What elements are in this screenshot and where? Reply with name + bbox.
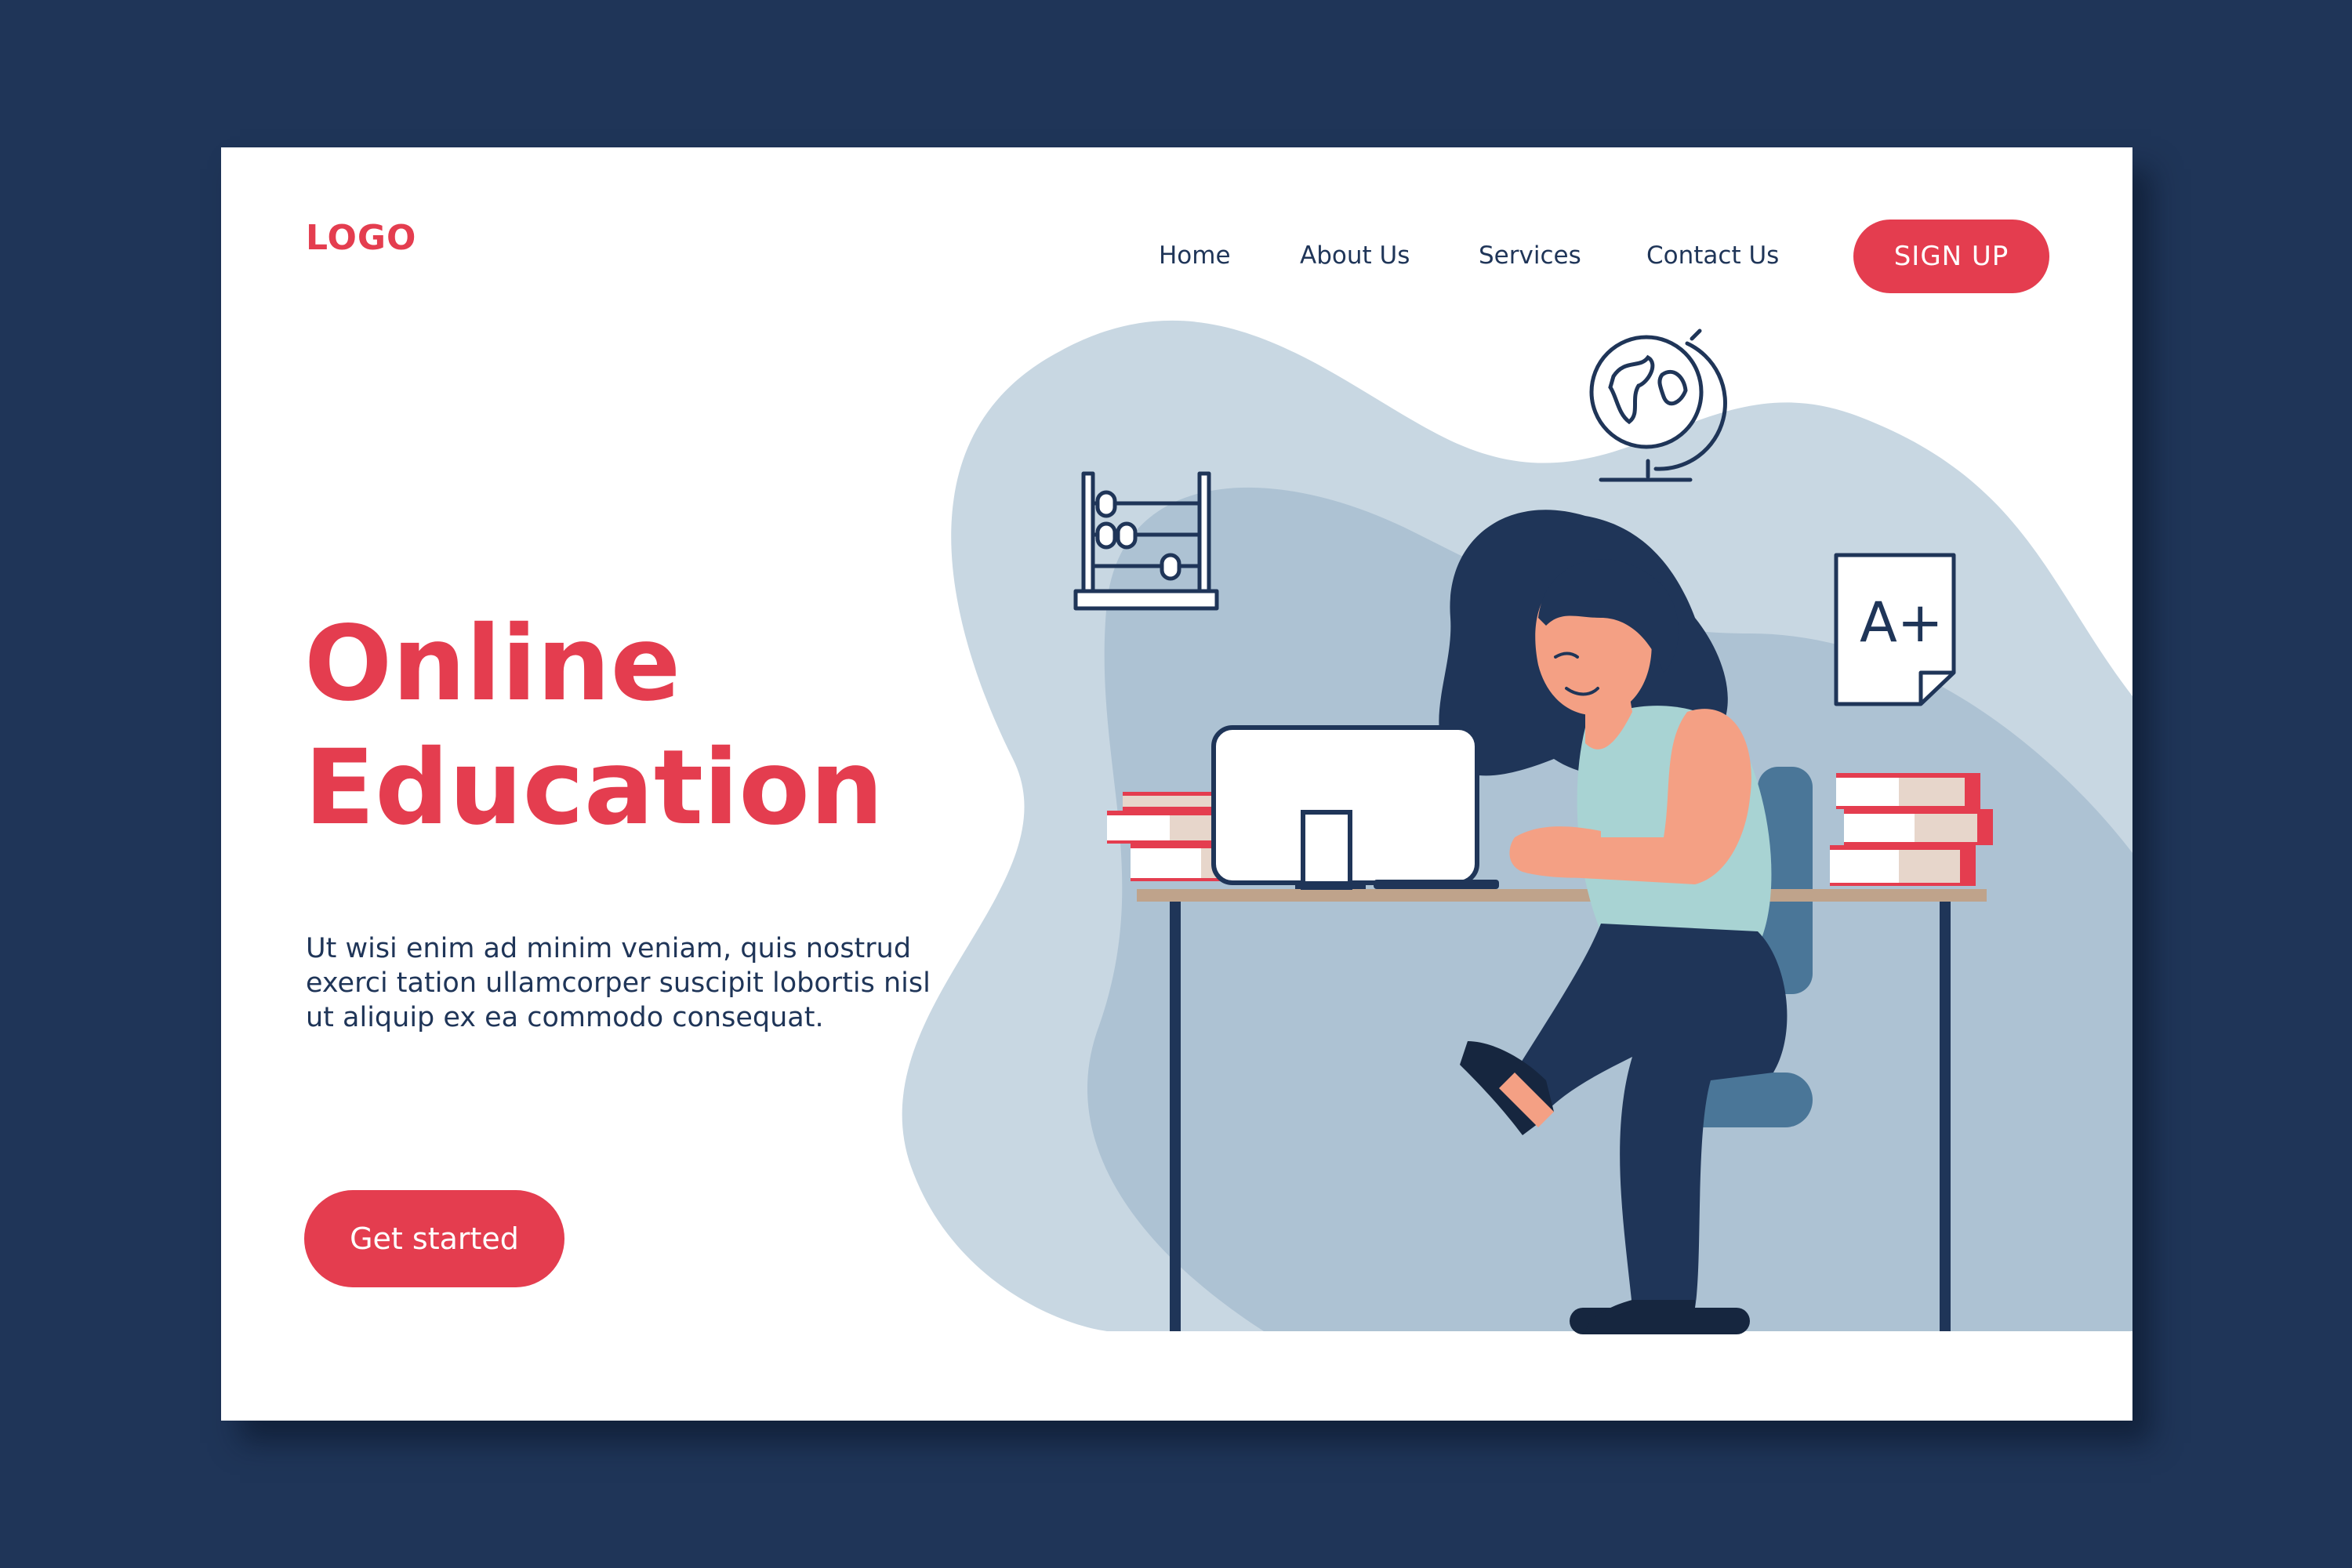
landing-page-card: A+ LOGO Home About Us Services Contact U… bbox=[221, 147, 2132, 1421]
hero-title-line-1: Online bbox=[304, 604, 681, 724]
hero-title-line-2: Education bbox=[304, 728, 884, 848]
grade-badge-text: A+ bbox=[1860, 590, 1944, 655]
nav-services[interactable]: Services bbox=[1479, 241, 1581, 270]
nav-home[interactable]: Home bbox=[1159, 241, 1231, 270]
nav-contact-us[interactable]: Contact Us bbox=[1646, 241, 1779, 270]
get-started-button[interactable]: Get started bbox=[304, 1190, 564, 1287]
nav-about-us[interactable]: About Us bbox=[1300, 241, 1410, 270]
computer-monitor bbox=[1211, 725, 1499, 890]
sign-up-button[interactable]: SIGN UP bbox=[1853, 220, 2049, 293]
book-stack-right bbox=[1830, 773, 1993, 886]
hero-title: Online Education bbox=[304, 602, 884, 850]
grade-paper-icon: A+ bbox=[1834, 553, 1956, 706]
logo[interactable]: LOGO bbox=[306, 218, 416, 258]
hero-description: Ut wisi enim ad minim veniam, quis nostr… bbox=[306, 933, 931, 1033]
